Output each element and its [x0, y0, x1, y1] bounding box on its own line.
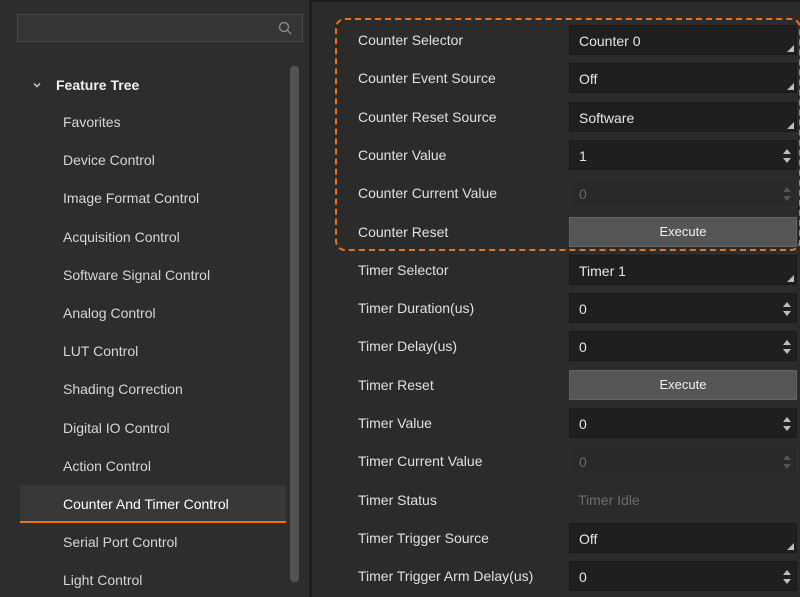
property-panel: Counter Selector Counter 0 Counter Event S…: [312, 0, 800, 597]
dropdown-arrow-icon[interactable]: [787, 274, 794, 282]
tree-item[interactable]: Light Control: [20, 561, 286, 597]
tree-item[interactable]: Digital IO Control: [20, 409, 286, 447]
property-label: Timer Selector: [358, 261, 449, 278]
property-label: Timer Trigger Source: [358, 529, 489, 546]
property-label: Counter Current Value: [358, 185, 498, 202]
tree-item[interactable]: Counter And Timer Control: [20, 485, 286, 523]
property-value-text: 0: [579, 569, 587, 586]
property-value-text: Timer 1: [579, 262, 626, 279]
spin-arrows-icon: [783, 455, 791, 470]
property-label: Timer Current Value: [358, 453, 483, 470]
property-row: Counter Reset Execute: [312, 213, 800, 251]
tree-item[interactable]: Image Format Control: [20, 179, 286, 217]
feature-tree-panel: Feature Tree Favorites Device Control Imag…: [0, 0, 309, 597]
property-dropdown[interactable]: Off: [569, 522, 797, 553]
property-row: Timer Value 0: [312, 404, 800, 442]
property-number-readonly: 0: [569, 178, 797, 209]
property-label: Counter Reset Source: [358, 108, 497, 125]
tree-item[interactable]: Device Control: [20, 141, 286, 179]
property-number-input[interactable]: 0: [569, 293, 797, 324]
property-dropdown[interactable]: Off: [569, 63, 797, 94]
property-label: Timer Trigger Arm Delay(us): [358, 568, 534, 585]
property-label: Counter Event Source: [358, 70, 496, 87]
property-readonly-value: Timer Idle: [569, 485, 797, 515]
property-row: Counter Selector Counter 0: [312, 21, 800, 59]
tree-scrollbar[interactable]: [290, 66, 299, 582]
property-row: Timer Delay(us) 0: [312, 327, 800, 365]
property-label: Counter Value: [358, 146, 447, 163]
top-border: [309, 0, 800, 2]
property-row: Timer Current Value 0: [312, 442, 800, 480]
dropdown-arrow-icon[interactable]: [787, 121, 794, 129]
property-value-text: 0: [579, 301, 587, 318]
property-row: Counter Reset Source Software: [312, 98, 800, 136]
spin-arrows-icon[interactable]: [783, 148, 791, 164]
property-dropdown[interactable]: Software: [569, 101, 797, 132]
property-value-text: Counter 0: [579, 33, 641, 49]
property-row: Counter Event Source Off: [312, 59, 800, 97]
property-row: Timer Selector Timer 1: [312, 251, 800, 289]
property-dropdown[interactable]: Timer 1: [569, 254, 797, 285]
property-row: Timer Trigger Arm Delay(us) 0: [312, 557, 800, 595]
property-value-text: Off: [579, 71, 598, 88]
feature-tree-header[interactable]: Feature Tree: [32, 76, 139, 94]
property-value-text: 0: [579, 416, 587, 432]
property-label: Timer Value: [358, 415, 432, 431]
property-label: Counter Reset: [358, 223, 449, 240]
spin-arrows-icon: [783, 187, 791, 202]
tree-item[interactable]: Action Control: [20, 447, 286, 485]
spin-arrows-icon[interactable]: [783, 416, 791, 432]
property-value-text: Software: [579, 109, 635, 126]
property-row: Counter Current Value 0: [312, 174, 800, 212]
property-value-text: 0: [579, 339, 587, 356]
dropdown-arrow-icon[interactable]: [787, 83, 794, 91]
property-value-text: 0: [579, 186, 587, 203]
property-number-readonly: 0: [569, 446, 797, 477]
property-number-input[interactable]: 0: [569, 408, 797, 438]
property-value-text: 0: [579, 454, 587, 471]
execute-button[interactable]: Execute: [569, 216, 797, 247]
property-label: Timer Status: [358, 491, 437, 508]
dropdown-arrow-icon[interactable]: [787, 542, 794, 550]
property-label: Timer Reset: [358, 376, 434, 393]
spin-arrows-icon[interactable]: [783, 301, 791, 317]
property-row: Timer Duration(us) 0: [312, 289, 800, 327]
property-value-text: Off: [579, 530, 598, 547]
property-number-input[interactable]: 0: [569, 561, 797, 592]
property-dropdown[interactable]: Counter 0: [569, 25, 797, 55]
tree-item[interactable]: Favorites: [20, 103, 286, 141]
property-label: Counter Selector: [358, 32, 464, 48]
property-label: Timer Duration(us): [358, 300, 475, 317]
dropdown-arrow-icon[interactable]: [787, 45, 794, 52]
tree-item[interactable]: Shading Correction: [20, 370, 286, 408]
property-number-input[interactable]: 0: [569, 331, 797, 362]
property-label: Timer Delay(us): [358, 338, 458, 355]
property-value-text: Timer Idle: [578, 491, 640, 508]
property-number-input[interactable]: 1: [569, 139, 797, 170]
chevron-down-icon[interactable]: [32, 80, 42, 90]
search-input[interactable]: [17, 14, 303, 42]
property-row: Timer Reset Execute: [312, 366, 800, 404]
spin-arrows-icon[interactable]: [783, 569, 791, 585]
spin-arrows-icon[interactable]: [783, 339, 791, 355]
feature-tree-label: Feature Tree: [56, 77, 140, 93]
tree-item[interactable]: Analog Control: [20, 294, 286, 332]
tree-item[interactable]: Software Signal Control: [20, 256, 286, 294]
tree-item[interactable]: LUT Control: [20, 332, 286, 370]
property-row: Timer Status Timer Idle: [312, 481, 800, 519]
tree-item[interactable]: Serial Port Control: [20, 523, 286, 561]
execute-button[interactable]: Execute: [569, 369, 797, 400]
search-icon[interactable]: [278, 21, 292, 35]
property-row: Counter Value 1: [312, 136, 800, 174]
property-row: Timer Trigger Source Off: [312, 519, 800, 557]
tree-item[interactable]: Acquisition Control: [20, 218, 286, 256]
property-value-text: 1: [579, 147, 587, 164]
